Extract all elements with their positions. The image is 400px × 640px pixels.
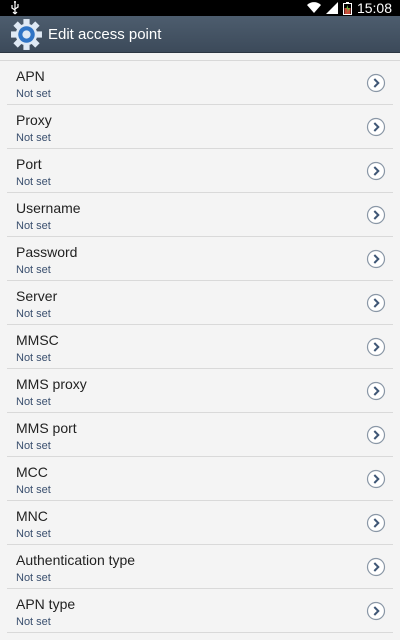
setting-label: Username [16, 200, 81, 216]
setting-value: Not set [16, 264, 51, 276]
action-bar: Edit access point [0, 16, 400, 53]
setting-value: Not set [16, 176, 51, 188]
setting-row-port[interactable]: Port Not set [7, 149, 393, 193]
status-bar: 15:08 [0, 0, 400, 16]
setting-label: Proxy [16, 112, 52, 128]
chevron-right-icon [366, 293, 386, 313]
setting-row-mms-proxy[interactable]: MMS proxy Not set [7, 369, 393, 413]
wifi-icon [306, 2, 321, 14]
setting-row-mms-port[interactable]: MMS port Not set [7, 413, 393, 457]
setting-row-apn-type[interactable]: APN type Not set [7, 589, 393, 633]
setting-value: Not set [16, 616, 51, 628]
battery-icon [342, 1, 352, 15]
setting-label: MNC [16, 508, 48, 524]
setting-label: MCC [16, 464, 48, 480]
chevron-right-icon [366, 381, 386, 401]
setting-label: MMS proxy [16, 376, 87, 392]
chevron-right-icon [366, 469, 386, 489]
chevron-right-icon [366, 601, 386, 621]
setting-label: MMSC [16, 332, 59, 348]
setting-value: Not set [16, 88, 51, 100]
setting-row-apn[interactable]: APN Not set [7, 61, 393, 105]
setting-label: Server [16, 288, 58, 304]
status-time: 15:08 [356, 0, 392, 16]
setting-value: Not set [16, 528, 51, 540]
setting-label: APN type [16, 596, 76, 612]
chevron-right-icon [366, 513, 386, 533]
setting-label: MMS port [16, 420, 77, 436]
setting-row-mnc[interactable]: MNC Not set [7, 501, 393, 545]
setting-value: Not set [16, 220, 51, 232]
setting-label: Port [16, 156, 42, 172]
chevron-right-icon [366, 557, 386, 577]
chevron-right-icon [366, 161, 386, 181]
setting-row-password[interactable]: Password Not set [7, 237, 393, 281]
page-title: Edit access point [48, 26, 162, 43]
setting-label: APN [16, 68, 45, 84]
usb-icon [11, 1, 19, 15]
setting-value: Not set [16, 352, 51, 364]
setting-value: Not set [16, 132, 51, 144]
setting-row-mmsc[interactable]: MMSC Not set [7, 325, 393, 369]
chevron-right-icon [366, 205, 386, 225]
setting-value: Not set [16, 440, 51, 452]
chevron-right-icon [366, 425, 386, 445]
setting-label: Password [16, 244, 78, 260]
setting-row-mcc[interactable]: MCC Not set [7, 457, 393, 501]
chevron-right-icon [366, 73, 386, 93]
setting-value: Not set [16, 572, 51, 584]
setting-label: Authentication type [16, 552, 136, 568]
chevron-right-icon [366, 117, 386, 137]
signal-icon [325, 2, 338, 14]
setting-row-username[interactable]: Username Not set [7, 193, 393, 237]
setting-value: Not set [16, 308, 51, 320]
settings-gear-icon[interactable] [10, 18, 43, 51]
settings-list: APN Not set Proxy Not set Port Not set U… [0, 60, 400, 633]
setting-row-proxy[interactable]: Proxy Not set [7, 105, 393, 149]
setting-value: Not set [16, 396, 51, 408]
chevron-right-icon [366, 249, 386, 269]
setting-row-server[interactable]: Server Not set [7, 281, 393, 325]
chevron-right-icon [366, 337, 386, 357]
setting-value: Not set [16, 484, 51, 496]
setting-row-authentication-type[interactable]: Authentication type Not set [7, 545, 393, 589]
